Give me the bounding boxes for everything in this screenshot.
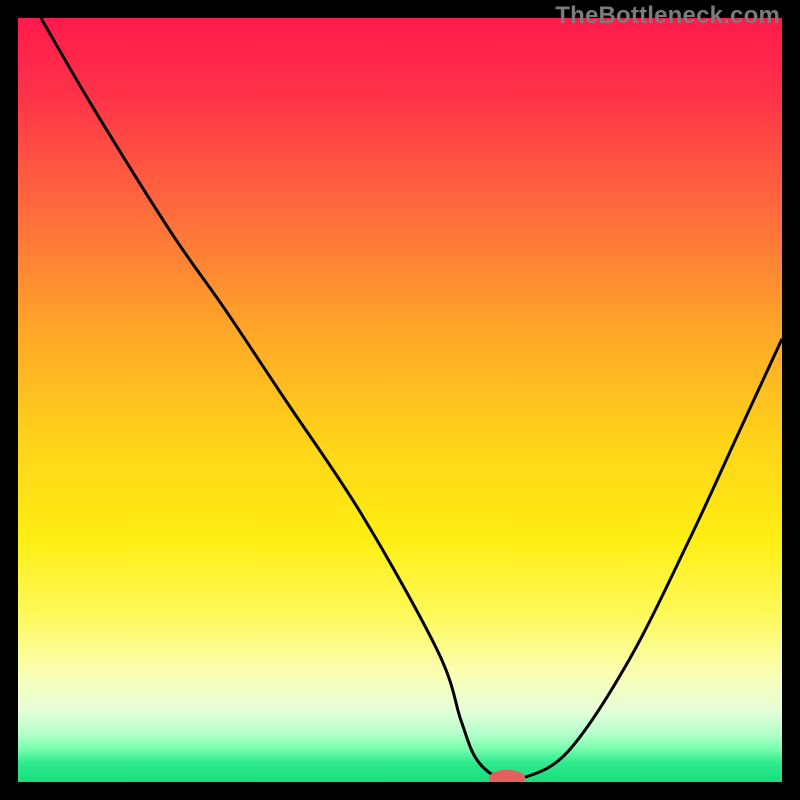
watermark-text: TheBottleneck.com xyxy=(555,2,780,30)
gradient-background xyxy=(18,18,782,782)
chart-frame: TheBottleneck.com xyxy=(0,0,800,800)
plot-svg xyxy=(18,18,782,782)
plot-area xyxy=(18,18,782,782)
